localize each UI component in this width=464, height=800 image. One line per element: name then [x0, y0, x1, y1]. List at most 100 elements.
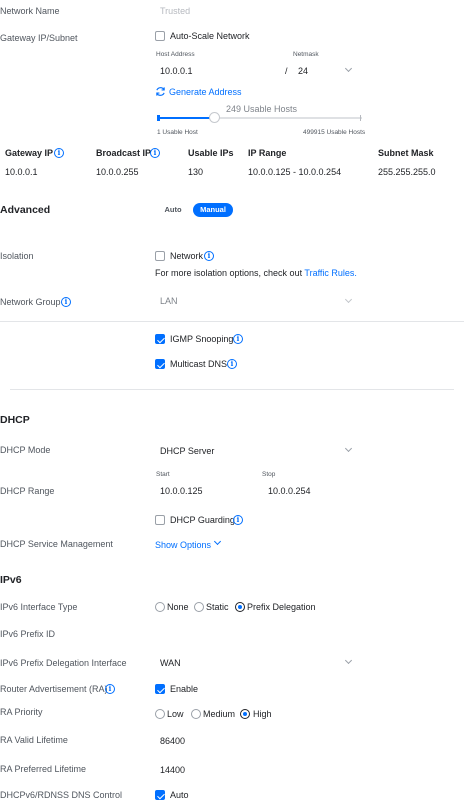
- ipv6-type-static-radio[interactable]: [194, 602, 204, 612]
- auto-scale-checkbox[interactable]: [155, 31, 165, 41]
- dhcp-service-label: DHCP Service Management: [0, 539, 113, 549]
- advanced-section-title: Advanced: [0, 204, 51, 216]
- ra-priority-medium-radio[interactable]: [191, 709, 201, 719]
- ipv6-pd-interface-label: IPv6 Prefix Delegation Interface: [0, 658, 127, 668]
- ipv6-type-static-label: Static: [206, 602, 229, 612]
- ra-info-icon[interactable]: i: [105, 684, 115, 694]
- ipv6-pd-interface-select[interactable]: WAN: [160, 658, 181, 668]
- divider: [10, 389, 454, 390]
- isolation-note-text: For more isolation options, check out: [155, 268, 303, 278]
- dns-control-label: DHCPv6/RDNSS DNS Control: [0, 790, 123, 800]
- ra-priority-high-radio[interactable]: [240, 709, 250, 719]
- slider-max-label: 499915 Usable Hosts: [303, 129, 366, 136]
- igmp-info-icon[interactable]: i: [233, 334, 243, 344]
- router-advertisement-label: Router Advertisement (RA): [0, 684, 108, 694]
- ipv6-interface-type-label: IPv6 Interface Type: [0, 602, 78, 612]
- ra-priority-label: RA Priority: [0, 707, 43, 717]
- dhcp-guarding-checkbox[interactable]: [155, 515, 165, 525]
- igmp-snooping-label: IGMP Snooping: [170, 334, 234, 344]
- table-header-usable-ips: Usable IPs: [188, 148, 234, 158]
- show-options-button[interactable]: Show Options: [155, 540, 211, 550]
- netmask-slash: /: [285, 66, 288, 76]
- dhcp-stop-label: Stop: [262, 471, 276, 478]
- network-group-select[interactable]: LAN: [160, 296, 178, 306]
- isolation-network-checkbox[interactable]: [155, 251, 165, 261]
- slider-min-label: 1 Usable Host: [157, 129, 198, 136]
- ra-valid-lifetime-label: RA Valid Lifetime: [0, 735, 68, 745]
- network-group-label: Network Group: [0, 297, 61, 307]
- network-group-info-icon[interactable]: i: [61, 297, 71, 307]
- dhcp-stop-input[interactable]: 10.0.0.254: [268, 486, 311, 496]
- ipv6-section-title: IPv6: [0, 574, 22, 586]
- host-address-label: Host Address: [156, 51, 195, 58]
- ra-enable-label: Enable: [170, 684, 199, 694]
- host-address-input[interactable]: 10.0.0.1: [160, 66, 193, 76]
- pd-interface-chevron-down-icon: [344, 656, 353, 665]
- dhcp-section-title: DHCP: [0, 414, 30, 426]
- ra-priority-medium-label: Medium: [203, 709, 236, 719]
- table-header-gateway-ip: Gateway IP: [5, 148, 54, 158]
- slider-min-tick: [157, 115, 160, 121]
- netmask-value: 24: [298, 66, 309, 76]
- netmask-label: Netmask: [293, 51, 319, 58]
- dhcp-mode-label: DHCP Mode: [0, 445, 51, 455]
- gateway-subnet-label: Gateway IP/Subnet: [0, 33, 78, 43]
- multicast-dns-checkbox[interactable]: [155, 359, 165, 369]
- isolation-network-label: Network: [170, 251, 204, 261]
- table-cell-ip-range: 10.0.0.125 - 10.0.0.254: [248, 167, 342, 177]
- dhcp-guarding-label: DHCP Guarding: [170, 515, 235, 525]
- ipv6-type-none-label: None: [167, 602, 189, 612]
- table-cell-broadcast-ip: 10.0.0.255: [96, 167, 139, 177]
- igmp-snooping-checkbox[interactable]: [155, 334, 165, 344]
- ra-preferred-lifetime-input[interactable]: 14400: [160, 765, 185, 775]
- ra-enable-checkbox[interactable]: [155, 684, 165, 694]
- table-cell-usable-ips: 130: [188, 167, 204, 177]
- slider-max-tick: [360, 115, 361, 121]
- show-options-label: Show Options: [155, 540, 212, 550]
- table-cell-subnet-mask: 255.255.255.0: [378, 167, 436, 177]
- usable-hosts-slider[interactable]: [157, 112, 362, 123]
- dns-control-value: Auto: [170, 790, 189, 800]
- slider-thumb[interactable]: [209, 112, 221, 123]
- advanced-manual-toggle[interactable]: Manual: [193, 203, 233, 217]
- gateway-ip-info-icon[interactable]: i: [54, 148, 64, 158]
- dhcp-guarding-info-icon[interactable]: i: [233, 515, 243, 525]
- slider-fill: [157, 117, 215, 119]
- ipv6-prefix-id-label: IPv6 Prefix ID: [0, 629, 56, 639]
- ra-priority-high-label: High: [253, 709, 272, 719]
- ra-priority-low-label: Low: [167, 709, 184, 719]
- generate-address-label: Generate Address: [169, 87, 242, 97]
- advanced-auto-toggle[interactable]: Auto: [158, 203, 188, 217]
- dhcp-start-input[interactable]: 10.0.0.125: [160, 486, 203, 496]
- broadcast-ip-info-icon[interactable]: i: [150, 148, 160, 158]
- table-header-broadcast-ip: Broadcast IP: [96, 148, 152, 158]
- ra-valid-lifetime-input[interactable]: 86400: [160, 736, 185, 746]
- ipv6-type-none-radio[interactable]: [155, 602, 165, 612]
- table-header-subnet-mask: Subnet Mask: [378, 148, 434, 158]
- dns-control-checkbox[interactable]: [155, 790, 165, 800]
- dhcp-start-label: Start: [156, 471, 170, 478]
- network-name-input[interactable]: Trusted: [160, 6, 190, 16]
- network-group-chevron-down-icon: [344, 295, 353, 304]
- dhcp-mode-select[interactable]: DHCP Server: [160, 446, 214, 456]
- show-options-chevron-down-icon: [213, 537, 222, 546]
- isolation-info-icon[interactable]: i: [204, 251, 214, 261]
- usable-hosts-text: 249 Usable Hosts: [226, 104, 298, 114]
- network-name-label: Network Name: [0, 6, 60, 16]
- ipv6-type-prefix-radio[interactable]: [235, 602, 245, 612]
- isolation-label: Isolation: [0, 251, 34, 261]
- divider: [0, 321, 464, 322]
- dhcp-range-label: DHCP Range: [0, 486, 55, 496]
- ipv6-type-prefix-label: Prefix Delegation: [247, 602, 316, 612]
- table-header-ip-range: IP Range: [248, 148, 287, 158]
- table-cell-gateway-ip: 10.0.0.1: [5, 167, 38, 177]
- refresh-icon: [156, 87, 165, 96]
- ra-preferred-lifetime-label: RA Preferred Lifetime: [0, 764, 87, 774]
- dhcp-mode-chevron-down-icon: [344, 444, 353, 453]
- ra-priority-low-radio[interactable]: [155, 709, 165, 719]
- multicast-dns-info-icon[interactable]: i: [227, 359, 237, 369]
- multicast-dns-label: Multicast DNS: [170, 359, 228, 369]
- isolation-note: For more isolation options, check out Tr…: [155, 268, 357, 278]
- auto-scale-label: Auto-Scale Network: [170, 31, 250, 41]
- traffic-rules-link[interactable]: Traffic Rules.: [304, 268, 357, 278]
